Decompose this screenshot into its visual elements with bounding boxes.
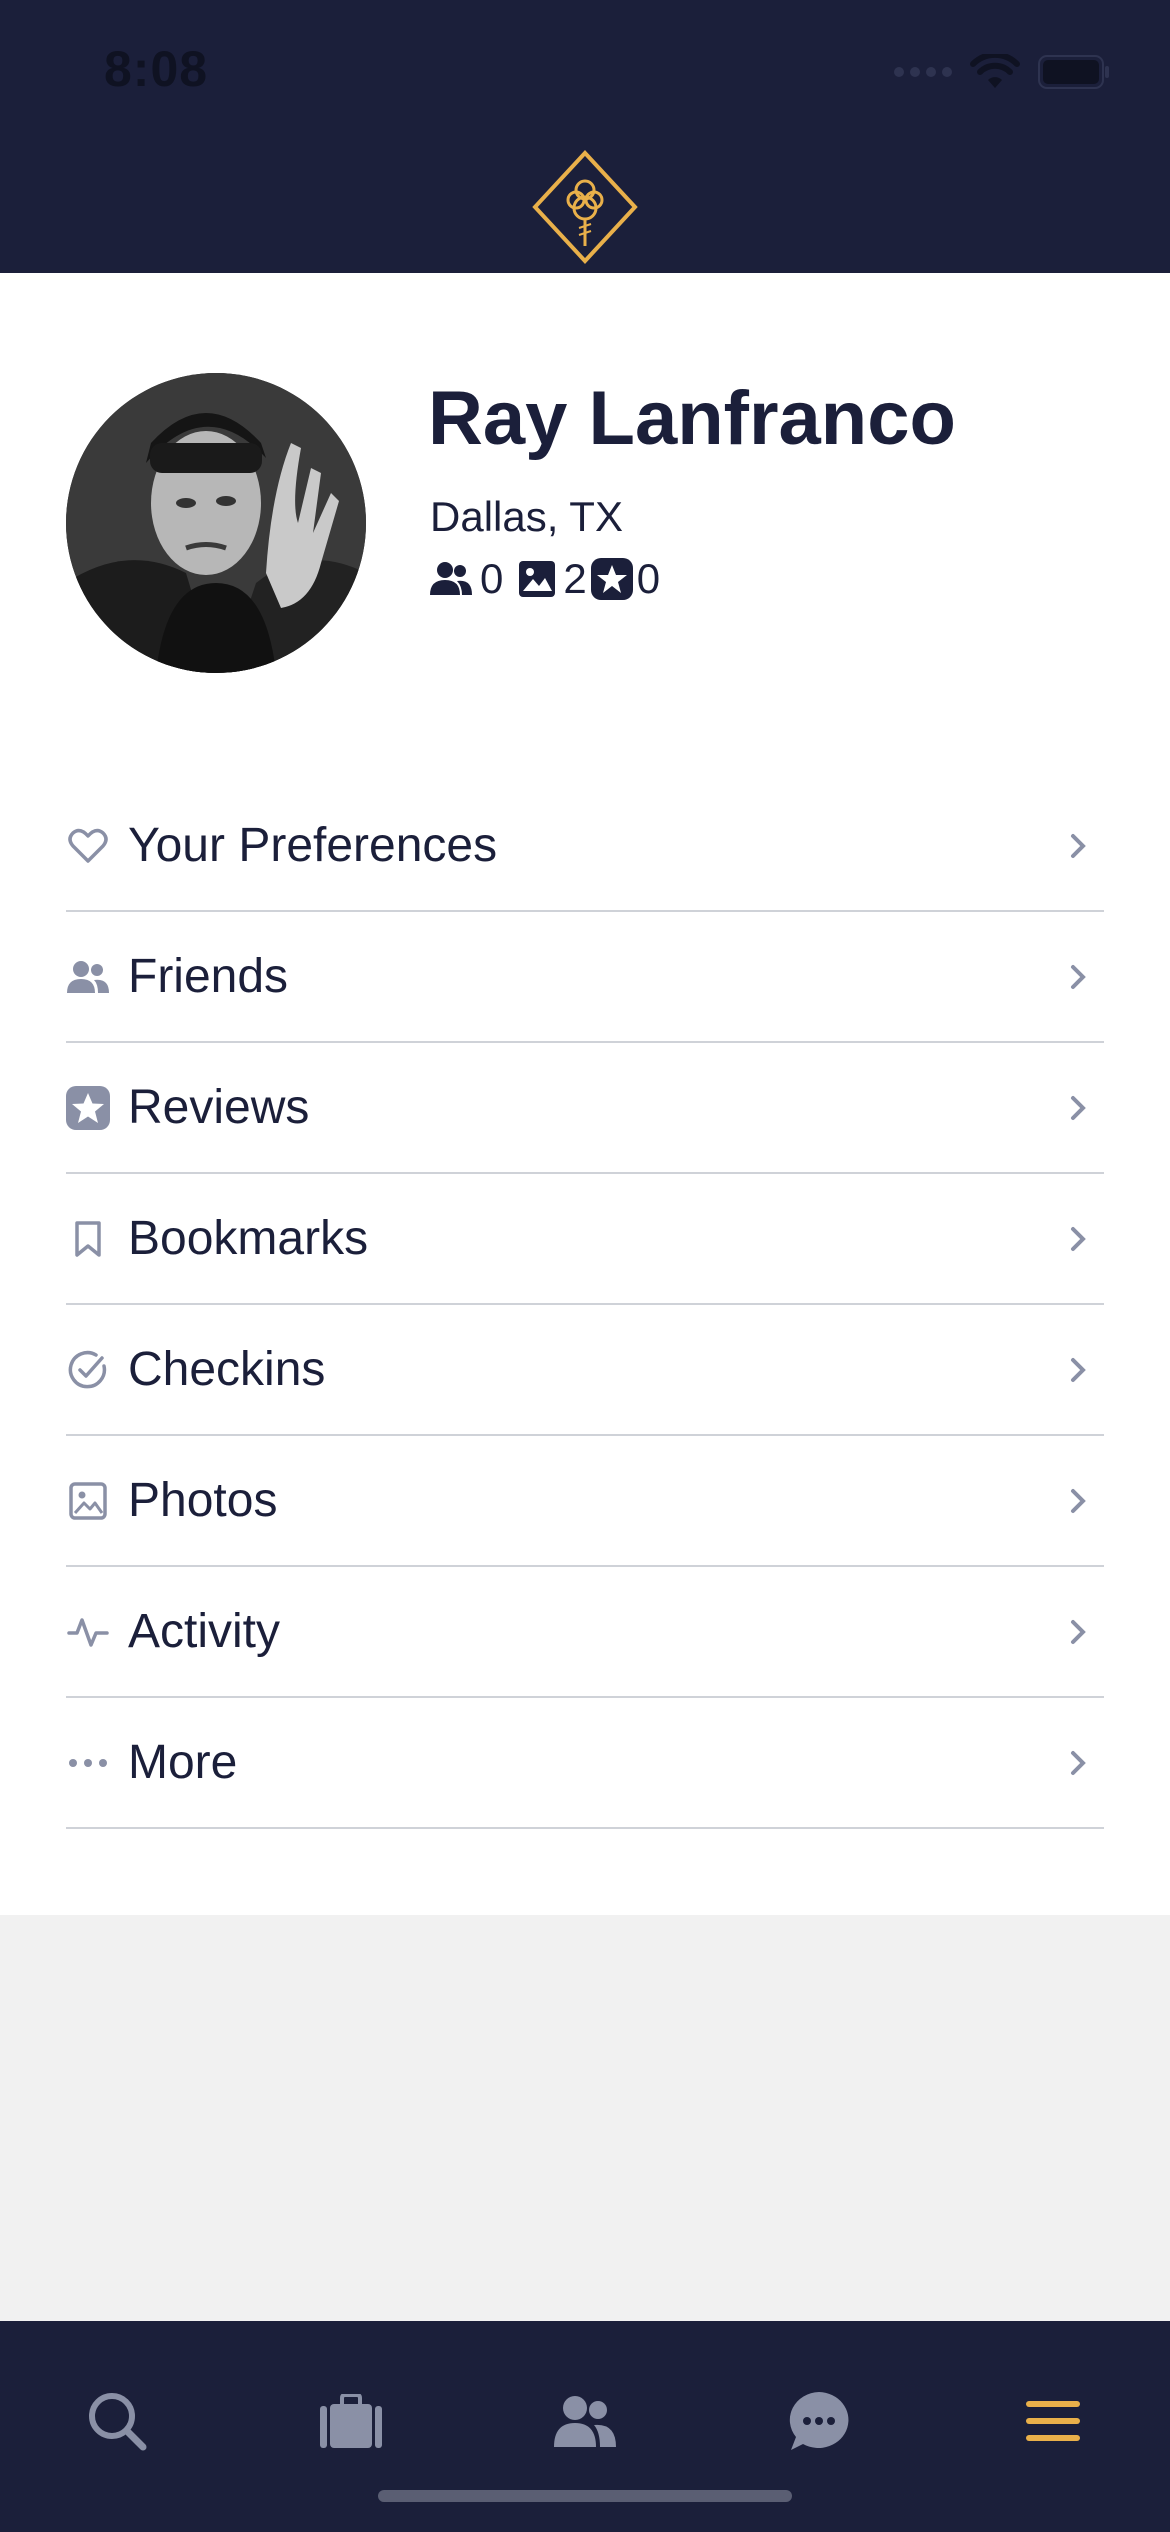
menu-item-label: Friends xyxy=(128,950,289,1003)
chat-icon xyxy=(789,2392,849,2450)
tab-suitcase[interactable] xyxy=(311,2381,391,2461)
wifi-icon xyxy=(970,54,1020,88)
activity-icon xyxy=(67,1617,109,1647)
image-icon xyxy=(519,561,556,597)
menu-item-more[interactable]: More xyxy=(66,1698,1104,1829)
chevron-right-icon xyxy=(1071,1750,1086,1775)
friends-icon xyxy=(67,960,109,993)
tab-friends[interactable] xyxy=(545,2381,625,2461)
chevron-right-icon xyxy=(1071,964,1086,989)
star-badge-icon xyxy=(590,558,633,600)
photos-stat: 2 xyxy=(519,555,587,603)
menu-item-label: Activity xyxy=(128,1605,281,1658)
chevron-right-icon xyxy=(1071,1619,1086,1644)
signal-dots-icon xyxy=(894,67,952,77)
reviews-stat: 0 xyxy=(590,555,661,603)
friends-count: 0 xyxy=(480,555,504,602)
chevron-right-icon xyxy=(1071,833,1086,858)
menu-item-reviews[interactable]: Reviews xyxy=(66,1043,1104,1174)
brand-logo-icon xyxy=(532,150,638,264)
menu-item-activity[interactable]: Activity xyxy=(66,1567,1104,1698)
status-time: 8:08 xyxy=(104,41,209,97)
reviews-count: 0 xyxy=(636,555,661,602)
menu-item-label: More xyxy=(128,1736,238,1789)
people-icon xyxy=(554,2396,616,2447)
photos-count: 2 xyxy=(563,555,587,602)
suitcase-icon xyxy=(320,2394,382,2448)
menu-item-photos[interactable]: Photos xyxy=(66,1436,1104,1567)
menu-item-bookmarks[interactable]: Bookmarks xyxy=(66,1174,1104,1305)
profile-location: Dallas, TX xyxy=(430,493,623,540)
heart-icon xyxy=(68,828,108,863)
photo-icon xyxy=(69,1481,107,1520)
menu-item-label: Photos xyxy=(128,1474,278,1527)
menu-item-label: Reviews xyxy=(128,1081,310,1134)
avatar[interactable] xyxy=(66,373,366,673)
menu-item-your-preferences[interactable]: Your Preferences xyxy=(66,781,1104,912)
tab-search[interactable] xyxy=(77,2381,157,2461)
more-dots-icon xyxy=(69,1758,107,1767)
home-indicator xyxy=(378,2490,792,2502)
friends-stat: 0 xyxy=(430,555,503,603)
tab-menu[interactable] xyxy=(1013,2381,1093,2461)
top-header: 8:08 xyxy=(0,0,1170,273)
menu-item-checkins[interactable]: Checkins xyxy=(66,1305,1104,1436)
search-icon xyxy=(89,2393,147,2451)
hamburger-menu-icon xyxy=(1026,2401,1080,2441)
chevron-right-icon xyxy=(1071,1095,1086,1120)
bookmark-icon xyxy=(75,1220,101,1257)
menu-item-label: Bookmarks xyxy=(128,1212,369,1265)
avatar-photo xyxy=(66,373,366,673)
battery-icon xyxy=(1038,55,1109,89)
profile-menu: Your Preferences Friends Reviews Bookmar… xyxy=(66,781,1104,1829)
menu-item-friends[interactable]: Friends xyxy=(66,912,1104,1043)
friends-icon xyxy=(430,562,472,595)
check-circle-icon xyxy=(68,1350,107,1388)
menu-item-label: Checkins xyxy=(128,1343,326,1396)
tab-messages[interactable] xyxy=(779,2381,859,2461)
profile-stats: 0 2 0 xyxy=(430,555,660,603)
chevron-right-icon xyxy=(1071,1226,1086,1251)
profile-name: Ray Lanfranco xyxy=(428,376,956,461)
profile-content: Ray Lanfranco Dallas, TX 0 2 0 Your Pref… xyxy=(0,273,1170,1915)
status-indicators xyxy=(894,52,1110,92)
chevron-right-icon xyxy=(1071,1488,1086,1513)
star-badge-icon xyxy=(66,1085,110,1130)
menu-item-label: Your Preferences xyxy=(128,819,498,872)
chevron-right-icon xyxy=(1071,1357,1086,1382)
